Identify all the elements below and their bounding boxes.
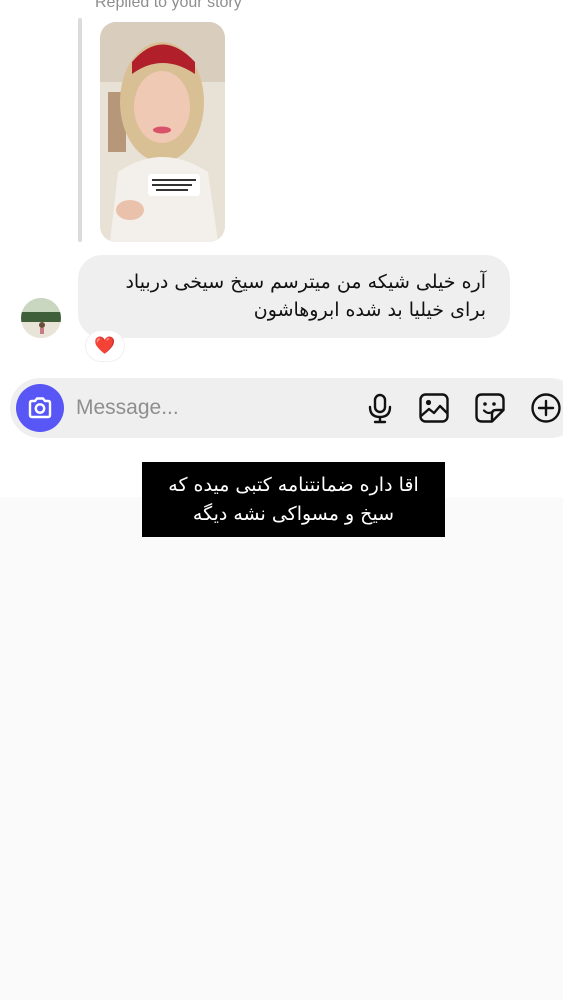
plus-icon: [531, 393, 561, 423]
heart-icon: ❤️: [94, 336, 116, 356]
message-composer: [10, 378, 563, 438]
sender-avatar[interactable]: [21, 298, 61, 338]
sticker-icon: [475, 393, 505, 423]
reply-indicator-bar: [78, 18, 82, 242]
message-input[interactable]: [76, 388, 336, 428]
heart-reaction[interactable]: ❤️: [86, 331, 124, 361]
message-line-2: برای خیلیا بد شده ابروهاشون: [253, 299, 486, 321]
message-line-1: آره خیلی شیکه من میترسم سیخ سیخی دربیاد: [125, 271, 486, 293]
sticker-button[interactable]: [474, 392, 506, 424]
story-thumbnail[interactable]: [100, 22, 225, 242]
caption-line-1: اقا داره ضمانتنامه کتبی میده که: [168, 474, 419, 496]
microphone-button[interactable]: [364, 392, 396, 424]
chat-thread: Replied to your story آره خیلی شیکه من م…: [0, 0, 563, 497]
overlay-caption: اقا داره ضمانتنامه کتبی میده که سیخ و مس…: [142, 462, 445, 537]
gallery-icon: [419, 393, 449, 423]
more-button[interactable]: [530, 392, 562, 424]
microphone-icon: [368, 393, 392, 424]
caption-line-2: سیخ و مسواکی نشه دیگه: [192, 503, 395, 525]
camera-button[interactable]: [16, 384, 64, 432]
gallery-button[interactable]: [418, 392, 450, 424]
camera-icon: [28, 397, 52, 419]
replied-to-story-label: Replied to your story: [95, 0, 242, 11]
message-bubble[interactable]: آره خیلی شیکه من میترسم سیخ سیخی دربیاد …: [78, 255, 510, 338]
